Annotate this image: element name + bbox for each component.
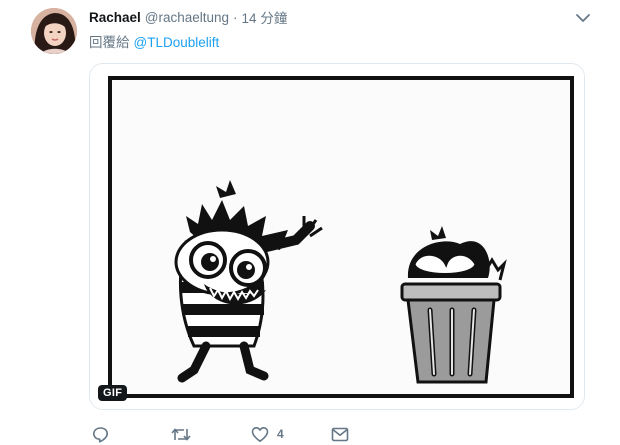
retweet-button[interactable] [171, 424, 199, 444]
more-options-button[interactable] [574, 11, 592, 25]
display-name[interactable]: Rachael [89, 10, 141, 25]
retweet-icon [171, 427, 191, 441]
tweet-actions: 4 [89, 424, 389, 444]
reply-prefix: 回覆給 [89, 35, 130, 50]
like-count: 4 [277, 427, 284, 441]
reply-icon [93, 426, 108, 443]
gif-media[interactable]: GIF [89, 63, 585, 410]
message-icon [331, 427, 349, 441]
avatar-image [31, 8, 77, 54]
heart-icon [251, 426, 269, 442]
reply-context: 回覆給 @TLDoublelift [89, 31, 219, 51]
tweet-header: Rachael @rachaeltung · 14 分鐘 [89, 7, 592, 27]
reply-button[interactable] [92, 424, 117, 444]
separator-dot: · [233, 9, 238, 25]
timestamp[interactable]: 14 分鐘 [242, 7, 288, 27]
gif-illustration [90, 64, 584, 409]
mention-link[interactable]: @TLDoublelift [134, 35, 220, 50]
avatar[interactable] [31, 8, 77, 54]
direct-message-button[interactable] [331, 424, 357, 444]
user-handle[interactable]: @rachaeltung [145, 10, 229, 25]
like-button[interactable]: 4 [251, 424, 284, 444]
gif-badge: GIF [98, 385, 128, 401]
caret-down-icon [576, 14, 590, 22]
